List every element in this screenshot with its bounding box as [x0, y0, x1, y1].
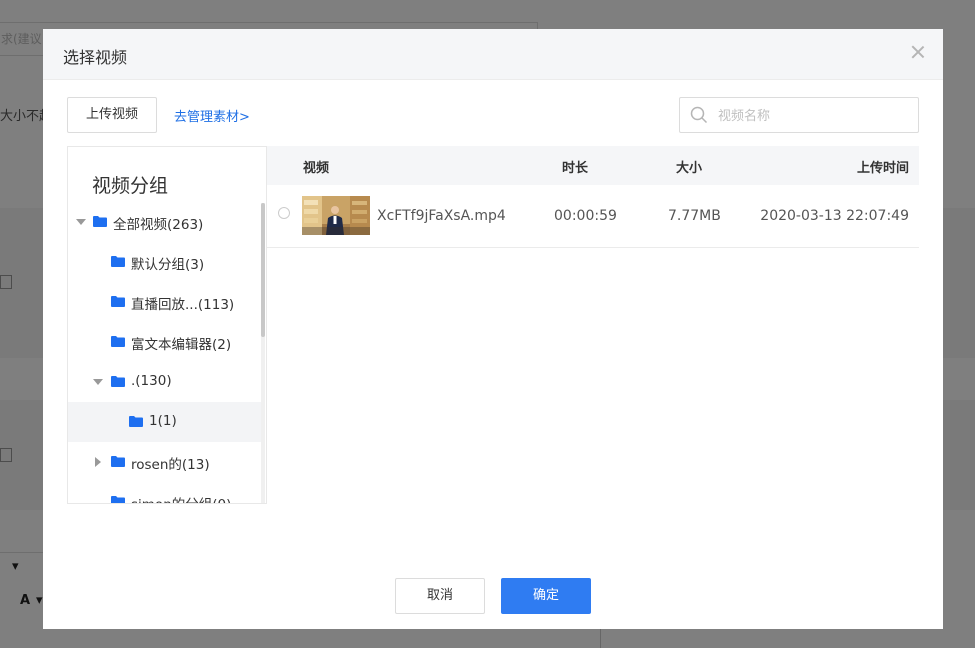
tree-item-label: rosen的(13): [131, 457, 210, 473]
search-input[interactable]: [716, 98, 916, 134]
cancel-button[interactable]: 取消: [395, 578, 485, 614]
video-duration: 00:00:59: [554, 208, 617, 224]
tree-item-rosen[interactable]: rosen的(13): [68, 442, 262, 482]
tree-item-label: 默认分组(3): [131, 257, 205, 273]
search-box: [679, 97, 919, 134]
select-radio[interactable]: [278, 207, 290, 219]
group-tree-title: 视频分组: [92, 175, 169, 197]
scrollbar-thumb[interactable]: [261, 203, 265, 337]
folder-icon: [111, 376, 125, 387]
column-header-video: 视频: [303, 161, 330, 176]
group-tree: 视频分组 全部视频(263) 默认分组(3) 直播回放...(113) 富文本编…: [67, 146, 267, 504]
confirm-button[interactable]: 确定: [501, 578, 591, 614]
folder-icon: [111, 456, 125, 467]
tree-item-rich-text[interactable]: 富文本编辑器(2): [68, 322, 262, 362]
tree-item-label: simon的分组(0): [131, 493, 231, 503]
tree-item-label: 富文本编辑器(2): [131, 337, 232, 353]
tree-item-default[interactable]: 默认分组(3): [68, 242, 262, 282]
tree-item-live-replay[interactable]: 直播回放...(113): [68, 282, 262, 322]
video-size: 7.77MB: [668, 208, 721, 224]
caret-right-icon[interactable]: [95, 457, 101, 467]
tree-item-simon[interactable]: simon的分组(0): [68, 482, 262, 503]
column-header-duration: 时长: [562, 161, 589, 176]
search-icon: [690, 106, 708, 124]
folder-icon: [111, 256, 125, 267]
tree-scrollbar[interactable]: [261, 203, 265, 503]
folder-icon: [111, 496, 125, 503]
folder-icon: [93, 216, 107, 227]
folder-icon: [111, 336, 125, 347]
select-video-dialog: 选择视频 上传视频 去管理素材> 视频分组 全部视频(263) 默认分组(3) …: [43, 29, 943, 629]
tree-item-all-videos[interactable]: 全部视频(263): [68, 202, 262, 242]
caret-down-icon[interactable]: [76, 219, 86, 225]
table-row[interactable]: XcFTf9jFaXsA.mp4 00:00:59 7.77MB 2020-03…: [267, 186, 919, 248]
tree-item-1[interactable]: 1(1): [68, 402, 262, 442]
column-header-upload-time: 上传时间: [856, 161, 909, 176]
tree-item-label: .(130): [131, 373, 172, 389]
tree-item-dot[interactable]: .(130): [68, 362, 262, 402]
caret-down-icon[interactable]: [93, 379, 103, 385]
close-icon[interactable]: [911, 45, 925, 59]
dialog-title: 选择视频: [63, 48, 128, 67]
manage-materials-link[interactable]: 去管理素材>: [174, 106, 250, 125]
video-thumbnail: [302, 196, 370, 235]
column-header-size: 大小: [676, 161, 703, 176]
dialog-header: 选择视频: [43, 29, 943, 80]
tree-item-label: 直播回放...(113): [131, 297, 235, 313]
tree-item-label: 1(1): [149, 413, 177, 429]
folder-icon: [111, 296, 125, 307]
tree-item-label: 全部视频(263): [113, 217, 204, 233]
table-header: 视频 时长 大小 上传时间: [267, 146, 919, 185]
upload-video-button[interactable]: 上传视频: [67, 97, 157, 133]
video-upload-time: 2020-03-13 22:07:49: [760, 208, 909, 224]
folder-icon: [129, 416, 143, 427]
video-filename: XcFTf9jFaXsA.mp4: [377, 208, 506, 224]
